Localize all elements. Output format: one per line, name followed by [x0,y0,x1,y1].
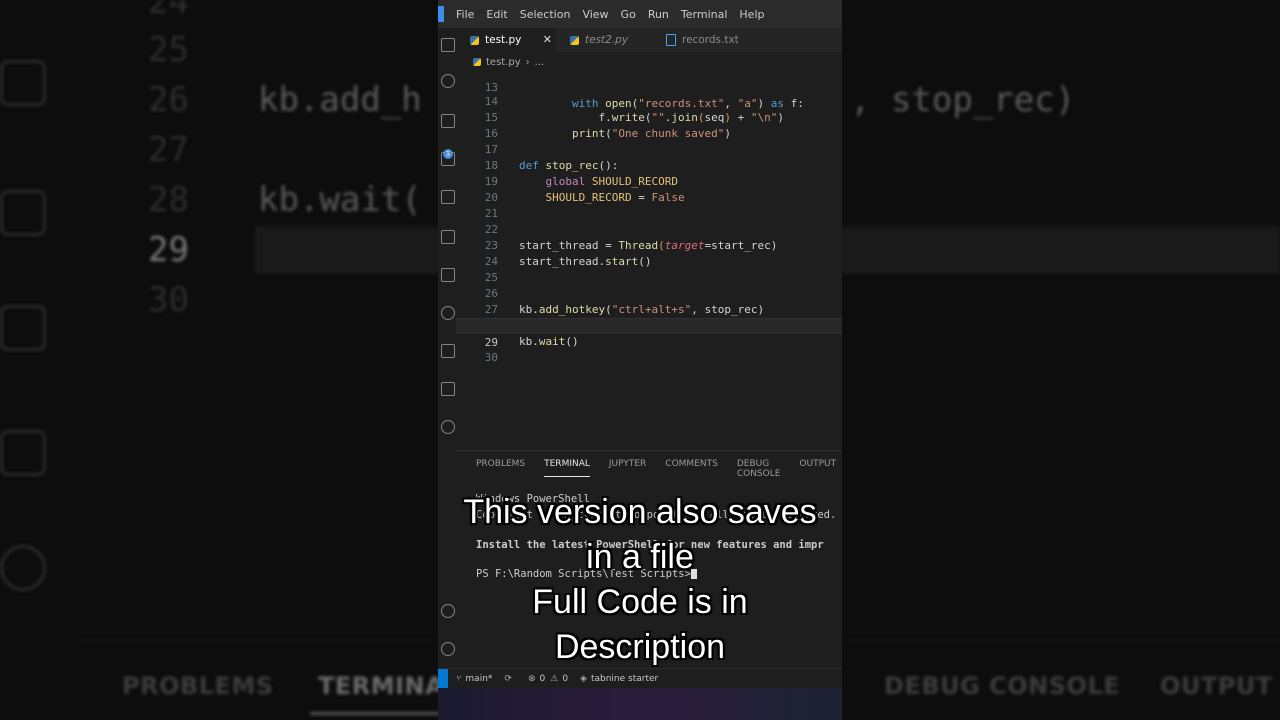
caption-line: Description [554,628,726,666]
menu-bar: File Edit Selection View Go Run Terminal… [438,0,842,28]
python-icon [570,35,579,45]
bg-line-number: 26 [148,80,189,120]
tab-label: records.txt [682,34,739,46]
code-line: 21 [456,190,842,220]
menu-run[interactable]: Run [648,8,669,21]
search-icon[interactable] [441,74,455,88]
menu-terminal[interactable]: Terminal [681,8,728,21]
vscode-logo-icon [438,6,444,22]
code-line: 20 [456,174,842,204]
menu-edit[interactable]: Edit [486,8,507,21]
bg-line-number: 30 [148,280,189,320]
bg-line-number: 25 [148,30,189,70]
code-line: 28 kb.wait() [456,302,842,348]
error-icon: ⊗ [527,674,536,684]
code-line: 30 [456,334,842,364]
caption-line: Full Code is in [532,583,748,621]
testing-flask-icon[interactable] [441,268,455,282]
tabnine-status[interactable]: ◈ tabnine starter [580,674,658,684]
panel-tab-debug-console[interactable]: DEBUG CONSOLE [737,459,781,479]
bg-active-underline [310,712,440,715]
panel-tab-problems[interactable]: PROBLEMS [476,459,525,477]
status-bar: ⑂ main* ⟳ ⊗ 0 ⚠ 0 ◈ tabnine starter [438,668,842,689]
error-count: 0 [539,674,546,684]
explorer-icon[interactable] [441,38,455,52]
extensions-icon[interactable] [441,190,455,204]
menu-go[interactable]: Go [621,8,636,21]
panel-tab-output[interactable]: OUTPUT [799,459,836,477]
code-line: 24 [456,238,842,268]
github-icon[interactable] [441,420,455,434]
code-line: 16 [456,110,842,140]
tab-label: test.py [485,34,522,46]
code-line: 22 start_thread = Thread(target=start_re… [456,206,842,252]
code-line: 17 def stop_rec(): [456,126,842,172]
tabnine-icon: ◈ [580,674,587,684]
remote-explorer-icon[interactable] [441,230,455,244]
editor-tabs: test.py ✕ test2.py records.txt [456,28,842,52]
python-extension-icon[interactable] [441,306,455,320]
caption-line: in a file [586,538,694,576]
tab-test2-py[interactable]: test2.py [556,28,652,52]
warning-count: 0 [562,674,569,684]
menu-selection[interactable]: Selection [520,8,571,21]
menu-help[interactable]: Help [739,8,764,21]
code-line: 15 print("One chunk saved") [456,94,842,140]
caption-line: This version also saves [463,493,817,531]
git-branch-icon: ⑂ [456,674,462,684]
bg-panel-tab: PROBLEMS [122,672,274,700]
sync-status[interactable]: ⟳ [504,674,516,684]
bg-code-text: kb.wait( [258,180,422,220]
bg-play-icon [0,430,46,476]
remote-indicator[interactable] [438,669,448,689]
line-number: 30 [484,351,498,364]
current-code-line: 29 [456,318,842,349]
docker-icon[interactable] [441,382,455,396]
tab-test-py[interactable]: test.py ✕ [456,28,556,52]
video-bottom-strip [438,688,842,720]
panel-tab-jupyter[interactable]: JUPYTER [609,459,646,477]
bg-line-number: 24 [148,0,189,22]
tabnine-label: tabnine starter [590,674,659,684]
code-line: 26 kb.add_hotkey("ctrl+alt+s", stop_rec) [456,270,842,316]
branch-status[interactable]: ⑂ main* [456,674,492,684]
code-line: 27 [456,286,842,316]
bg-line-number: 28 [148,180,189,220]
text-file-icon [666,34,676,46]
code-line: 23 start_thread.start() [456,222,842,268]
terminal-icon[interactable] [441,344,455,358]
python-icon [470,35,479,45]
panel-tabs: PROBLEMS TERMINAL JUPYTER COMMENTS DEBUG… [476,459,842,479]
tab-label: test2.py [585,34,629,46]
bg-github-icon [0,545,46,591]
bg-flask-icon [0,60,46,106]
bg-code-text: , stop_rec) [850,80,1076,120]
problems-status[interactable]: ⊗ 0 ⚠ 0 [528,674,568,684]
menu-file[interactable]: File [456,8,474,21]
code-line: 19 SHOULD_RECORD = False [456,158,842,204]
tab-records-txt[interactable]: records.txt [652,28,749,52]
run-debug-icon[interactable] [441,152,455,166]
warning-icon: ⚠ [550,674,559,684]
bg-terminal-icon [0,305,46,351]
bg-code-text: kb.add_h [258,80,422,120]
panel-tab-comments[interactable]: COMMENTS [665,459,718,477]
code-line: 18 global SHOULD_RECORD [456,142,842,188]
bg-line-number: 29 [148,230,189,270]
panel-tab-terminal[interactable]: TERMINAL [544,459,590,477]
bg-line-number: 27 [148,130,189,170]
branch-name: main* [465,674,493,684]
bg-panel-tab: OUTPUT [1160,672,1273,700]
code-editor[interactable]: 13 with open("records.txt", "a") as f: 1… [456,70,842,450]
bg-panel-tab: DEBUG CONSOLE [884,672,1121,700]
close-icon[interactable]: ✕ [543,33,552,46]
code-line: 14 f.write("".join(seq) + "\n") [456,78,842,124]
sync-icon: ⟳ [504,674,512,684]
bg-extension-icon [0,190,46,236]
code-line: 25 [456,254,842,284]
menu-view[interactable]: View [582,8,608,21]
bg-panel-tab: TERMINA [318,672,445,700]
source-control-icon[interactable] [441,114,455,128]
